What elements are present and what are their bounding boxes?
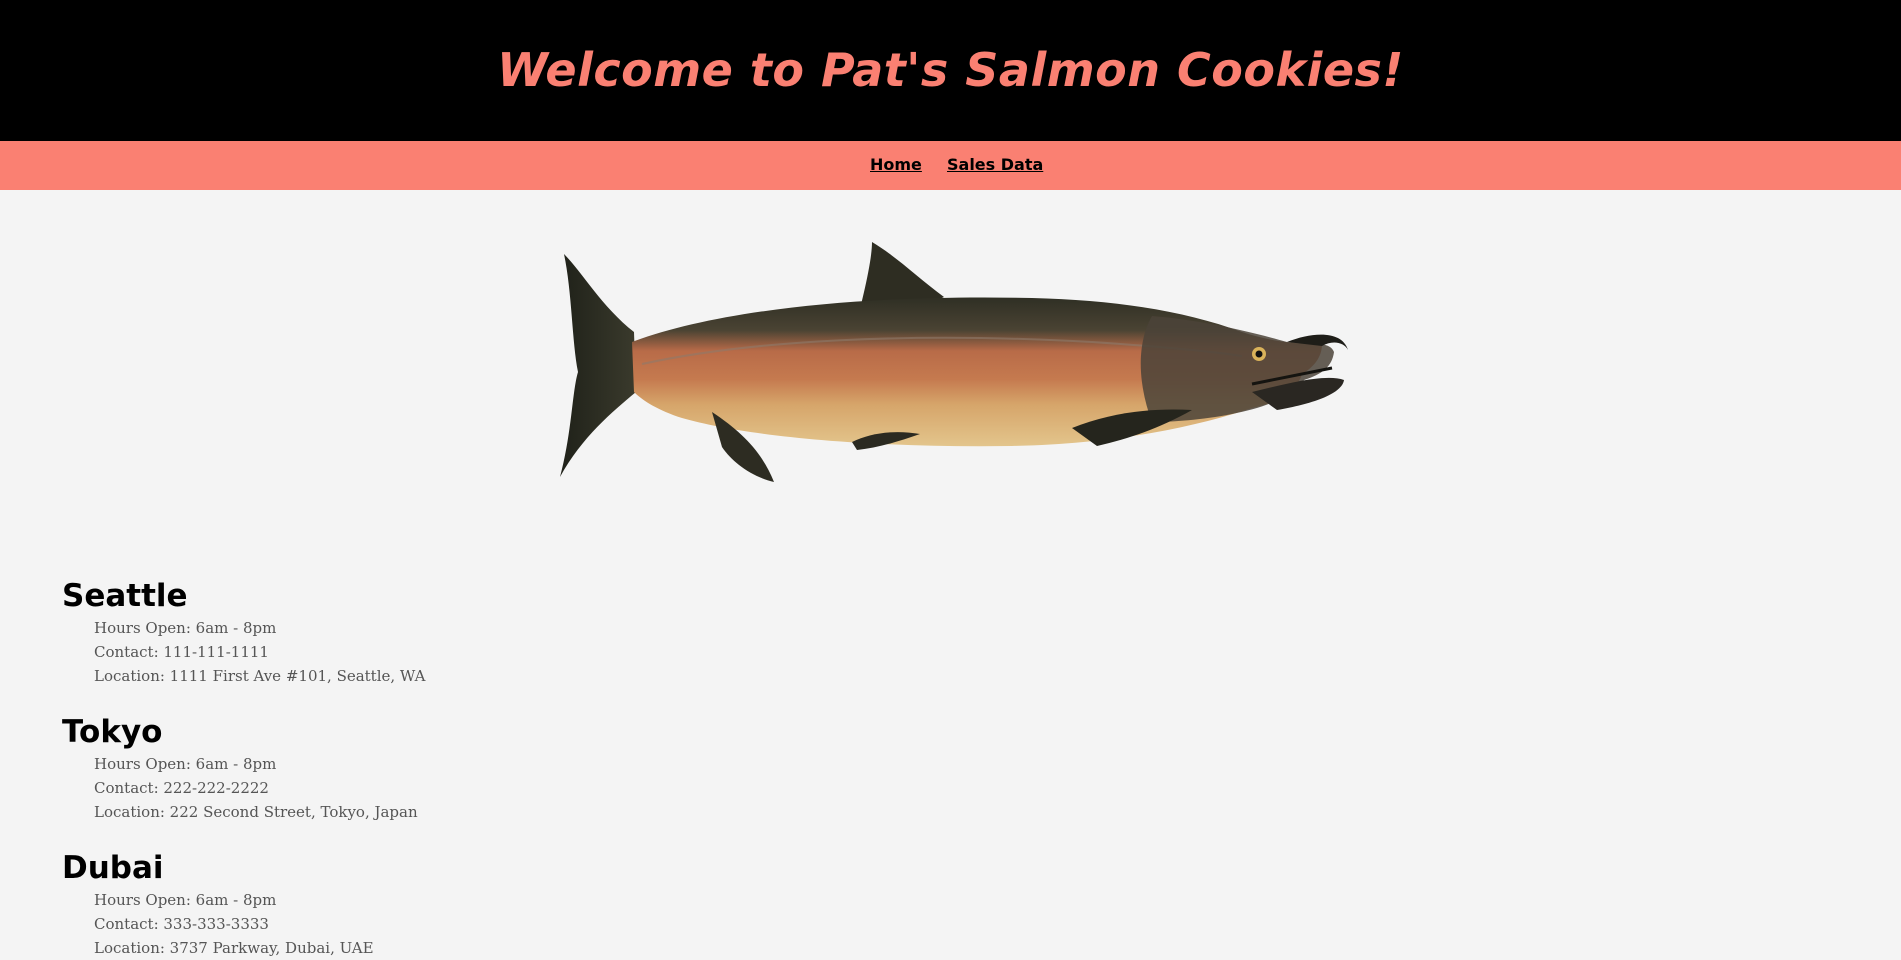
store-contact: Contact: 333-333-3333: [94, 915, 269, 933]
salmon-image: [560, 242, 1348, 482]
store-details: Hours Open: 6am - 8pm Contact: 333-333-3…: [62, 888, 862, 960]
store-details: Hours Open: 6am - 8pm Contact: 111-111-1…: [62, 616, 862, 688]
store-hours: Hours Open: 6am - 8pm: [94, 619, 277, 637]
store-location: Location: 1111 First Ave #101, Seattle, …: [94, 667, 426, 685]
store-name: Tokyo: [62, 714, 163, 750]
store-hours: Hours Open: 6am - 8pm: [94, 755, 277, 773]
site-header: Welcome to Pat's Salmon Cookies!: [0, 0, 1901, 141]
store-location: Location: 3737 Parkway, Dubai, UAE: [94, 939, 374, 957]
store-tokyo: Tokyo Hours Open: 6am - 8pm Contact: 222…: [62, 712, 862, 824]
site-title: Welcome to Pat's Salmon Cookies!: [497, 43, 1404, 97]
store-name: Dubai: [62, 850, 164, 886]
store-name: Seattle: [62, 578, 188, 614]
nav-link-home[interactable]: Home: [870, 155, 922, 174]
main-nav: Home Sales Data: [0, 141, 1901, 190]
store-contact: Contact: 222-222-2222: [94, 779, 269, 797]
store-hours: Hours Open: 6am - 8pm: [94, 891, 277, 909]
store-dubai: Dubai Hours Open: 6am - 8pm Contact: 333…: [62, 848, 862, 960]
store-seattle: Seattle Hours Open: 6am - 8pm Contact: 1…: [62, 576, 862, 688]
nav-link-sales-data[interactable]: Sales Data: [947, 155, 1043, 174]
store-contact: Contact: 111-111-1111: [94, 643, 269, 661]
store-location: Location: 222 Second Street, Tokyo, Japa…: [94, 803, 418, 821]
store-details: Hours Open: 6am - 8pm Contact: 222-222-2…: [62, 752, 862, 824]
